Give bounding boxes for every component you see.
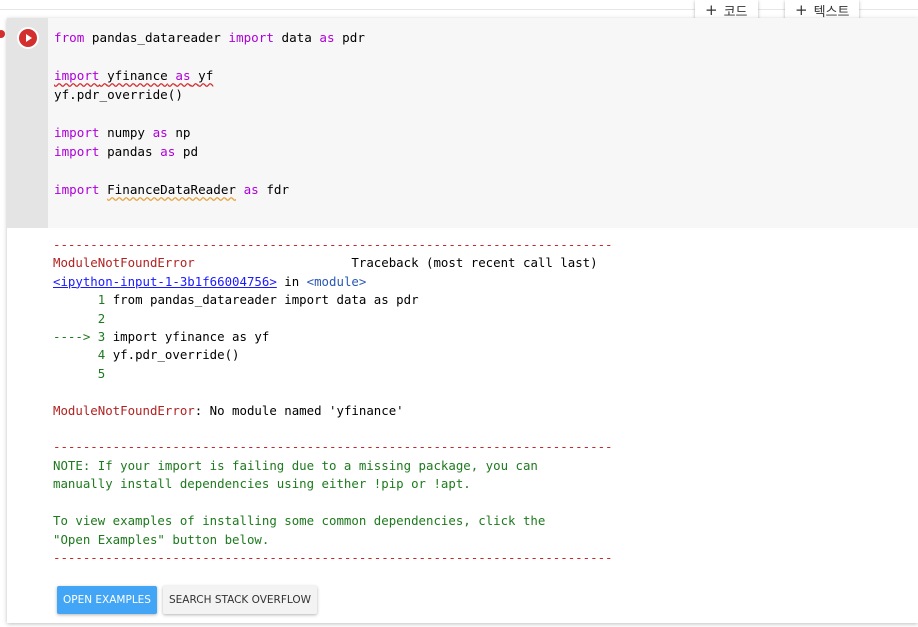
note-rule: ----------------------------------------…: [53, 439, 613, 455]
plus-icon: +: [795, 0, 808, 19]
cell-status-indicator: [0, 28, 6, 48]
module-tag: <module>: [306, 273, 367, 289]
add-text-label: 텍스트: [813, 4, 850, 20]
traceback-rule: ----------------------------------------…: [53, 237, 613, 252]
traceback-code: import yfinance as yf: [112, 329, 270, 345]
code-token: pandas_datareader: [84, 30, 229, 45]
code-keyword: import: [54, 68, 100, 83]
code-keyword: import: [54, 144, 100, 159]
code-token: pd: [175, 144, 199, 159]
play-circle-icon: [19, 29, 37, 47]
code-keyword: as: [243, 182, 259, 197]
code-token: np: [167, 125, 191, 140]
traceback-line-number: 4: [53, 347, 113, 363]
code-editor[interactable]: from pandas_datareader import data as pd…: [48, 18, 918, 228]
code-token: yf.pdr_override(): [54, 87, 183, 102]
code-keyword: as: [152, 125, 168, 140]
code-token: yfinance: [107, 68, 168, 83]
code-token: data: [273, 30, 320, 45]
code-token: pdr: [334, 30, 365, 45]
code-token: fdr: [258, 182, 290, 197]
add-code-label: 코드: [723, 4, 748, 20]
plus-icon: +: [705, 0, 718, 19]
cell-gutter: [7, 18, 48, 228]
note-text: To view examples of installing some comm…: [53, 513, 546, 529]
code-keyword: as: [160, 144, 176, 159]
traceback-code: yf.pdr_override(): [112, 347, 240, 363]
ipython-input-link[interactable]: <ipython-input-1-3b1f66004756>: [53, 274, 277, 289]
search-stack-overflow-button[interactable]: SEARCH STACK OVERFLOW: [163, 586, 317, 614]
code-line-yfinance-import: import yfinance as yf: [54, 68, 213, 83]
toolbar-divider: [0, 9, 918, 10]
code-keyword: as: [175, 68, 191, 83]
traceback-line-number: 2: [53, 310, 106, 326]
note-text: NOTE: If your import is failing due to a…: [53, 457, 538, 473]
code-cell[interactable]: from pandas_datareader import data as pd…: [7, 18, 918, 623]
traceback-in: in: [276, 273, 307, 289]
add-code-button[interactable]: + 코드: [695, 0, 758, 20]
note-text: "Open Examples" button below.: [53, 531, 270, 547]
code-keyword: import: [54, 182, 100, 197]
code-keyword: import: [228, 30, 274, 45]
code-token: pandas: [99, 144, 161, 159]
code-token: FinanceDataReader: [107, 182, 236, 197]
cell-output: ----------------------------------------…: [53, 236, 613, 567]
note-rule: ----------------------------------------…: [53, 549, 613, 565]
code-token: yf: [198, 68, 214, 83]
error-message-name: ModuleNotFoundError: [53, 402, 195, 418]
code-keyword: import: [54, 125, 100, 140]
traceback-label: Traceback (most recent call last): [351, 255, 598, 271]
code-token: numpy: [99, 125, 153, 140]
code-keyword: as: [319, 30, 335, 45]
note-text: manually install dependencies using eith…: [53, 476, 471, 492]
open-examples-button[interactable]: OPEN EXAMPLES: [57, 586, 157, 614]
traceback-arrow: ----> 3: [53, 329, 113, 345]
error-name: ModuleNotFoundError: [53, 255, 195, 271]
error-message: : No module named 'yfinance': [194, 402, 404, 418]
traceback-code: from pandas_datareader import data as pd…: [112, 292, 419, 308]
add-text-button[interactable]: + 텍스트: [785, 0, 860, 20]
traceback-line-number: 5: [53, 365, 106, 381]
code-keyword: from: [54, 30, 85, 45]
traceback-line-number: 1: [53, 292, 113, 308]
run-cell-button[interactable]: [17, 27, 39, 49]
code-text: from pandas_datareader import data as pd…: [54, 28, 365, 199]
error-dot-icon: [0, 30, 5, 38]
